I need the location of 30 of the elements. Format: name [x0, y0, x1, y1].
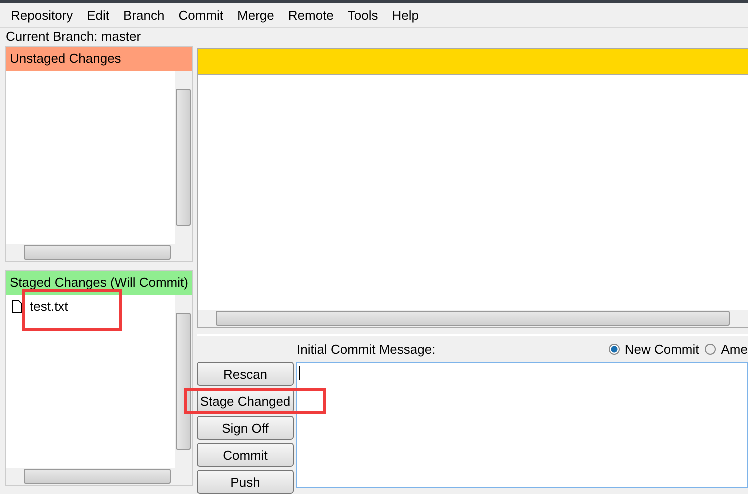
file-name[interactable]: test.txt [30, 298, 68, 314]
radio-option[interactable]: New Commit [608, 342, 700, 356]
menu-item[interactable]: Help [385, 8, 426, 22]
action-button[interactable]: Sign Off [197, 416, 294, 440]
current-branch-label: Current Branch: master [5, 28, 142, 46]
panel-header: Staged Changes (Will Commit) [6, 271, 192, 295]
commit-message-label: Initial Commit Message: [297, 342, 436, 356]
menu-item[interactable]: Merge [230, 8, 282, 22]
panel-header: Unstaged Changes [6, 47, 192, 71]
radio-button[interactable] [705, 344, 716, 354]
menu-item[interactable]: Repository [4, 8, 80, 22]
action-button[interactable]: Push [197, 470, 294, 494]
menu-item[interactable]: Commit [172, 8, 231, 22]
menu-item[interactable]: Tools [340, 8, 386, 22]
horizontal-scrollbar[interactable] [6, 244, 192, 261]
vertical-scrollbar[interactable] [175, 295, 192, 468]
radio-label[interactable]: Ame [721, 342, 748, 356]
vertical-scrollbar[interactable] [175, 71, 192, 244]
commit-message-field[interactable] [296, 362, 748, 488]
menu-item[interactable]: Remote [281, 8, 341, 22]
radio-button[interactable] [608, 344, 620, 354]
radio-option[interactable]: Ame [705, 342, 748, 356]
file-icon [12, 300, 22, 312]
menu-item[interactable]: Branch [116, 8, 172, 22]
action-button[interactable]: Commit [197, 443, 294, 467]
radio-label[interactable]: New Commit [624, 342, 700, 356]
action-button[interactable]: Rescan [197, 362, 294, 386]
menu-item[interactable]: Edit [80, 8, 117, 22]
horizontal-scrollbar[interactable] [198, 310, 748, 327]
horizontal-scrollbar[interactable] [6, 468, 192, 485]
